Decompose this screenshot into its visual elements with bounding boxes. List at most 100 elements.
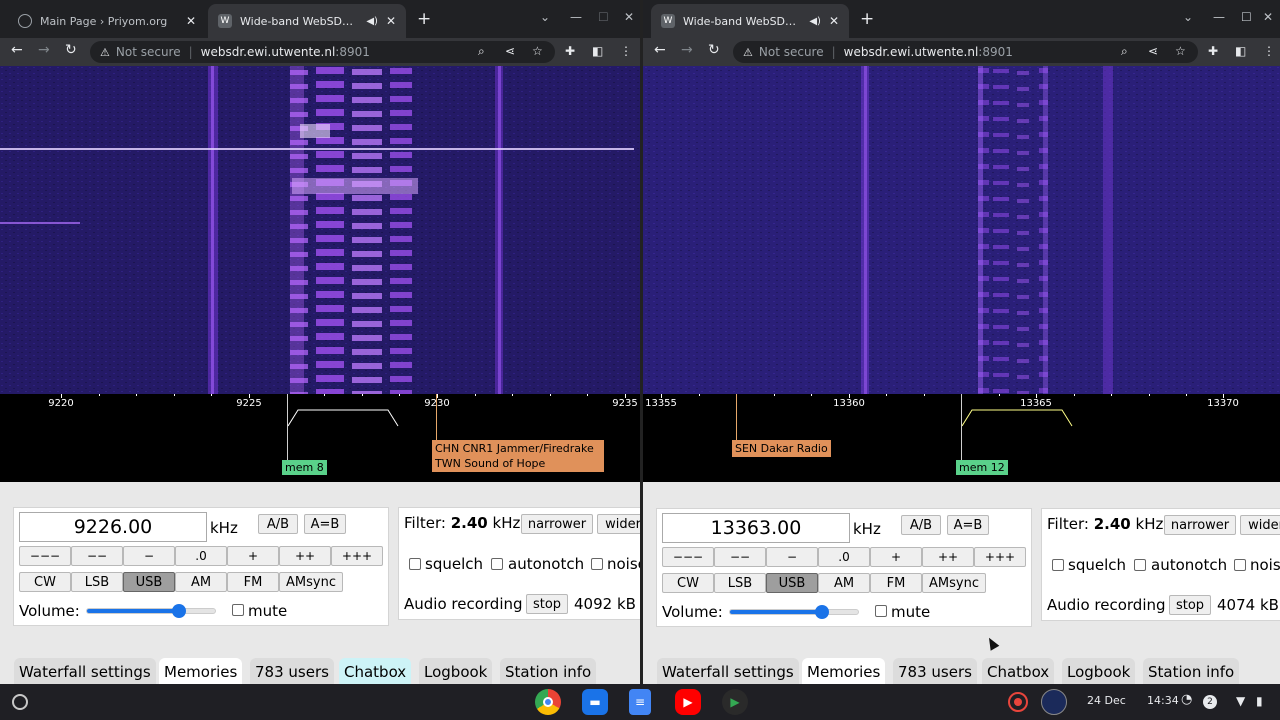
mode-fm-button[interactable]: FM bbox=[870, 573, 922, 593]
step-down-2-button[interactable]: −− bbox=[71, 546, 123, 566]
address-bar[interactable]: ⚠ Not secure | websdr.ewi.utwente.nl:890… bbox=[733, 41, 1198, 63]
tab-waterfall-settings[interactable]: Waterfall settings bbox=[657, 658, 799, 684]
narrower-button[interactable]: narrower bbox=[521, 514, 593, 534]
wider-button[interactable]: wider bbox=[597, 514, 640, 534]
mode-amsync-button[interactable]: AMsync bbox=[922, 573, 986, 593]
tab-logbook[interactable]: Logbook bbox=[419, 658, 493, 684]
waterfall-display[interactable] bbox=[0, 66, 640, 394]
step-up-1-button[interactable]: + bbox=[870, 547, 922, 567]
new-tab-icon[interactable]: + bbox=[860, 9, 874, 29]
zoom-icon[interactable]: ⌕ bbox=[1121, 44, 1128, 59]
passband-indicator[interactable] bbox=[962, 408, 1074, 428]
share-icon[interactable]: ⋖ bbox=[505, 44, 515, 58]
clock[interactable]: 14:34 bbox=[1147, 694, 1179, 707]
youtube-icon[interactable]: ▶ bbox=[675, 689, 701, 715]
station-label[interactable]: SEN Dakar Radio bbox=[732, 440, 831, 457]
close-icon[interactable]: ✕ bbox=[829, 14, 839, 28]
wider-button[interactable]: wider bbox=[1240, 515, 1280, 535]
tab-memories[interactable]: Memories bbox=[802, 658, 886, 684]
squelch-checkbox[interactable] bbox=[409, 558, 421, 570]
share-icon[interactable]: ⋖ bbox=[1148, 44, 1158, 58]
step-down-2-button[interactable]: −− bbox=[714, 547, 766, 567]
tote-icon[interactable] bbox=[1041, 689, 1067, 715]
step-up-2-button[interactable]: ++ bbox=[922, 547, 974, 567]
extensions-icon[interactable]: ✚ bbox=[1208, 44, 1218, 58]
step-up-3-button[interactable]: +++ bbox=[974, 547, 1026, 567]
frequency-scale[interactable]: 13355 13360 13365 13370 SEN Dakar Radio … bbox=[643, 394, 1280, 482]
menu-icon[interactable]: ⋮ bbox=[620, 44, 632, 58]
tab-users[interactable]: 783 users bbox=[893, 658, 977, 684]
mode-fm-button[interactable]: FM bbox=[227, 572, 279, 592]
window-close-icon[interactable]: ✕ bbox=[1263, 10, 1273, 24]
aeqb-button[interactable]: A=B bbox=[304, 514, 346, 534]
stop-recording-button[interactable]: stop bbox=[1169, 595, 1211, 615]
minimize-icon[interactable]: — bbox=[570, 10, 582, 24]
tab-chatbox[interactable]: Chatbox bbox=[339, 658, 412, 684]
address-bar[interactable]: ⚠ Not secure | websdr.ewi.utwente.nl:890… bbox=[90, 41, 555, 63]
chrome-icon[interactable] bbox=[535, 689, 561, 715]
battery-icon[interactable]: ▮ bbox=[1256, 694, 1263, 708]
memory-label[interactable]: mem 8 bbox=[282, 460, 327, 475]
play-store-icon[interactable]: ▶ bbox=[722, 689, 748, 715]
memory-label[interactable]: mem 12 bbox=[956, 460, 1008, 475]
mode-usb-button[interactable]: USB bbox=[766, 573, 818, 593]
tab-station-info[interactable]: Station info bbox=[1143, 658, 1240, 684]
step-up-1-button[interactable]: + bbox=[227, 546, 279, 566]
autonotch-checkbox[interactable] bbox=[1134, 559, 1146, 571]
step-down-3-button[interactable]: −−− bbox=[662, 547, 714, 567]
tab-websdr[interactable]: W Wide-band WebSDR in Ensch ◀) ✕ bbox=[651, 4, 849, 38]
volume-slider[interactable] bbox=[729, 605, 859, 619]
mute-checkbox[interactable] bbox=[232, 604, 244, 616]
chevron-down-icon[interactable]: ⌄ bbox=[540, 10, 550, 24]
mode-usb-button[interactable]: USB bbox=[123, 572, 175, 592]
side-panel-icon[interactable]: ◧ bbox=[592, 44, 603, 58]
notification-badge[interactable]: 2 bbox=[1203, 695, 1217, 709]
noise-reduction-checkbox[interactable] bbox=[591, 558, 603, 570]
mode-lsb-button[interactable]: LSB bbox=[71, 572, 123, 592]
frequency-input[interactable]: 9226.00 bbox=[19, 512, 207, 542]
round-button[interactable]: .0 bbox=[818, 547, 870, 567]
mode-am-button[interactable]: AM bbox=[818, 573, 870, 593]
tab-chatbox[interactable]: Chatbox bbox=[982, 658, 1055, 684]
frequency-input[interactable]: 13363.00 bbox=[662, 513, 850, 543]
step-down-1-button[interactable]: − bbox=[123, 546, 175, 566]
passband-indicator[interactable] bbox=[288, 408, 400, 428]
chevron-down-icon[interactable]: ⌄ bbox=[1183, 10, 1193, 24]
tab-station-info[interactable]: Station info bbox=[500, 658, 597, 684]
do-not-disturb-icon[interactable]: ◔ bbox=[1181, 692, 1192, 707]
station-label[interactable]: CHN CNR1 Jammer/Firedrake TWN Sound of H… bbox=[432, 440, 604, 472]
reload-icon[interactable]: ↻ bbox=[65, 42, 77, 58]
noise-reduction-checkbox[interactable] bbox=[1234, 559, 1246, 571]
docs-icon[interactable]: ≡ bbox=[629, 689, 651, 715]
maximize-icon[interactable]: ☐ bbox=[598, 10, 609, 24]
step-up-3-button[interactable]: +++ bbox=[331, 546, 383, 566]
new-tab-icon[interactable]: + bbox=[417, 9, 431, 29]
mode-cw-button[interactable]: CW bbox=[662, 573, 714, 593]
wifi-icon[interactable]: ▼ bbox=[1236, 694, 1245, 708]
mode-am-button[interactable]: AM bbox=[175, 572, 227, 592]
mode-amsync-button[interactable]: AMsync bbox=[279, 572, 343, 592]
autonotch-checkbox[interactable] bbox=[491, 558, 503, 570]
round-button[interactable]: .0 bbox=[175, 546, 227, 566]
tab-memories[interactable]: Memories bbox=[159, 658, 243, 684]
aeqb-button[interactable]: A=B bbox=[947, 515, 989, 535]
back-icon[interactable]: ← bbox=[654, 42, 666, 58]
back-icon[interactable]: ← bbox=[11, 42, 23, 58]
forward-icon[interactable]: → bbox=[681, 42, 693, 58]
ab-button[interactable]: A/B bbox=[258, 514, 298, 534]
maximize-icon[interactable]: ☐ bbox=[1241, 10, 1252, 24]
tab-waterfall-settings[interactable]: Waterfall settings bbox=[14, 658, 156, 684]
ab-button[interactable]: A/B bbox=[901, 515, 941, 535]
tab-users[interactable]: 783 users bbox=[250, 658, 334, 684]
stop-recording-button[interactable]: stop bbox=[526, 594, 568, 614]
speaker-icon[interactable]: ◀) bbox=[366, 16, 378, 27]
minimize-icon[interactable]: — bbox=[1213, 10, 1225, 24]
squelch-checkbox[interactable] bbox=[1052, 559, 1064, 571]
mode-lsb-button[interactable]: LSB bbox=[714, 573, 766, 593]
tab-logbook[interactable]: Logbook bbox=[1062, 658, 1136, 684]
step-up-2-button[interactable]: ++ bbox=[279, 546, 331, 566]
extensions-icon[interactable]: ✚ bbox=[565, 44, 575, 58]
tab-priyom[interactable]: Main Page › Priyom.org ✕ bbox=[8, 4, 206, 38]
reload-icon[interactable]: ↻ bbox=[708, 42, 720, 58]
bookmark-star-icon[interactable]: ☆ bbox=[532, 44, 543, 58]
